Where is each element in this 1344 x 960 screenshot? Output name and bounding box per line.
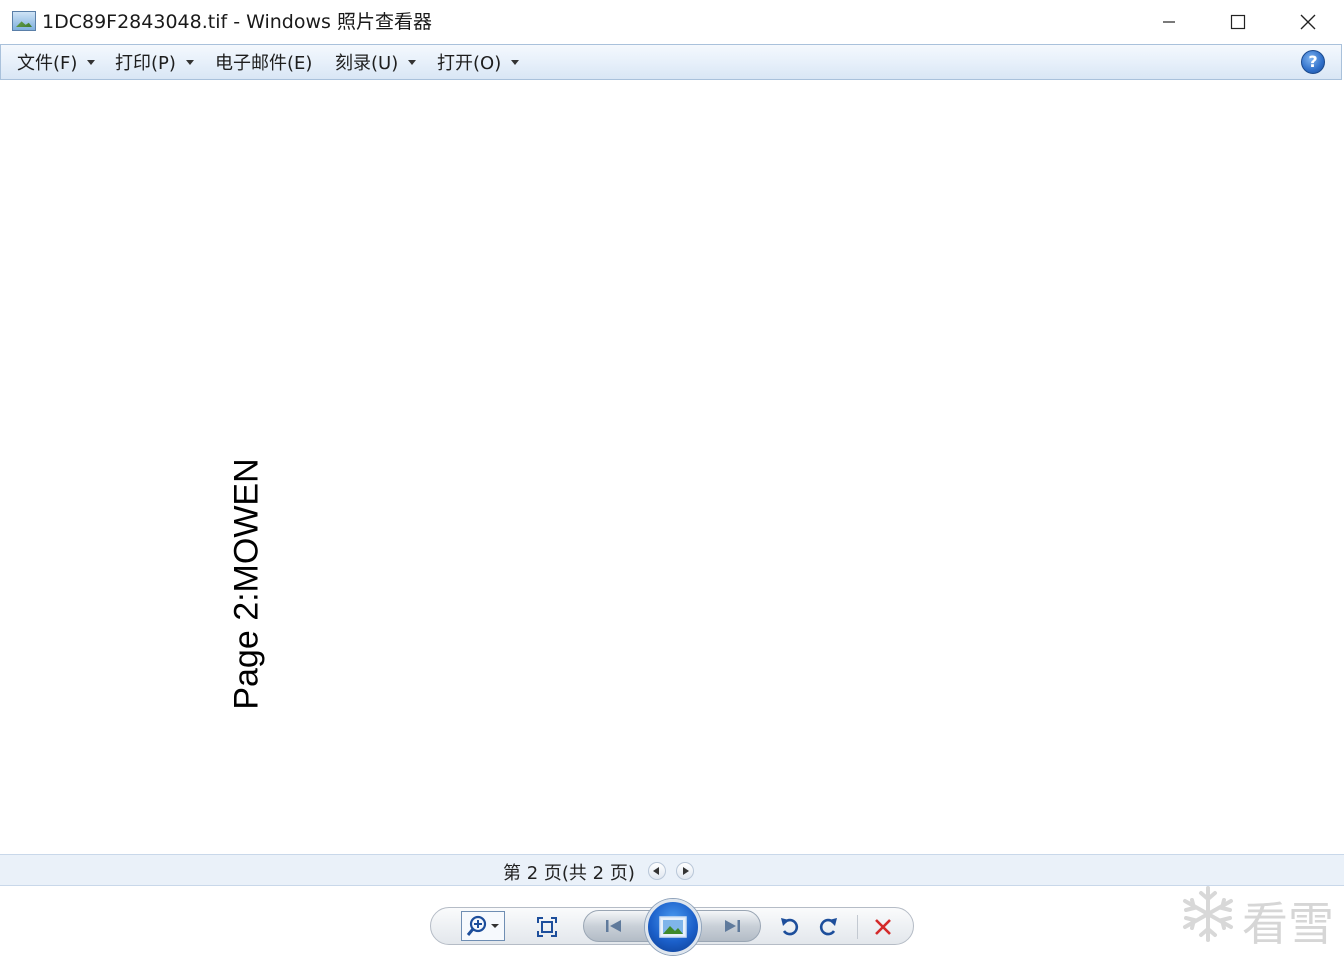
menu-file[interactable]: 文件(F) (17, 45, 96, 79)
snowflake-icon (1183, 886, 1233, 942)
image-viewport[interactable] (0, 80, 1344, 854)
menu-print-label: 打印(P) (115, 53, 176, 74)
slideshow-button[interactable] (645, 899, 701, 955)
previous-page-button[interactable] (648, 862, 666, 880)
menu-open-label: 打开(O) (437, 53, 502, 74)
minimize-button[interactable] (1134, 0, 1204, 44)
fit-to-window-button[interactable] (535, 915, 559, 939)
slideshow-icon (659, 916, 687, 938)
dropdown-arrow-icon (185, 59, 194, 65)
menu-print[interactable]: 打印(P) (115, 45, 194, 79)
menu-open[interactable]: 打开(O) (437, 45, 520, 79)
dropdown-arrow-icon (511, 59, 520, 65)
delete-button[interactable] (871, 915, 895, 939)
actual-size-icon (537, 917, 557, 937)
menu-email[interactable]: 电子邮件(E) (215, 45, 312, 79)
page-indicator: 第 2 页(共 2 页) (503, 863, 635, 884)
toolbar-divider (857, 915, 858, 939)
rotate-counterclockwise-button[interactable] (777, 914, 803, 940)
minimize-icon (1163, 21, 1175, 23)
rotate-right-icon (819, 918, 837, 936)
title-bar: 1DC89F2843048.tif - Windows 照片查看器 (0, 0, 1344, 44)
menu-burn-label: 刻录(U) (335, 53, 399, 74)
menu-burn[interactable]: 刻录(U) (335, 45, 417, 79)
close-icon (1300, 14, 1316, 30)
menu-email-label: 电子邮件(E) (215, 53, 313, 74)
viewer-toolbar (430, 899, 914, 955)
maximize-button[interactable] (1203, 0, 1273, 44)
window-title: 1DC89F2843048.tif - Windows 照片查看器 (42, 11, 432, 33)
next-icon (725, 920, 740, 932)
menu-bar: 文件(F) 打印(P) 电子邮件(E) 刻录(U) 打开(O) ? (0, 44, 1342, 80)
page-status-bar: 第 2 页(共 2 页) (0, 854, 1344, 886)
image-content-text: Page 2:MOWEN (227, 458, 266, 710)
help-button[interactable]: ? (1301, 50, 1325, 74)
next-page-button[interactable] (676, 862, 694, 880)
delete-x-icon (875, 919, 891, 935)
rotate-clockwise-button[interactable] (815, 914, 841, 940)
photo-viewer-app-icon[interactable] (12, 11, 36, 31)
menu-file-label: 文件(F) (17, 53, 78, 74)
previous-image-button[interactable] (601, 916, 627, 936)
magnifier-zoom-icon (466, 915, 499, 936)
rotate-left-icon (781, 918, 799, 936)
watermark-text: 看雪 (1242, 897, 1334, 951)
previous-icon (606, 920, 621, 932)
help-icon: ? (1308, 52, 1318, 71)
next-image-button[interactable] (719, 916, 745, 936)
watermark: 看雪 (1178, 884, 1338, 951)
dropdown-arrow-icon (408, 59, 417, 65)
maximize-icon (1230, 14, 1246, 30)
zoom-button[interactable] (461, 911, 505, 941)
dropdown-arrow-icon (87, 59, 96, 65)
close-button[interactable] (1273, 0, 1343, 44)
